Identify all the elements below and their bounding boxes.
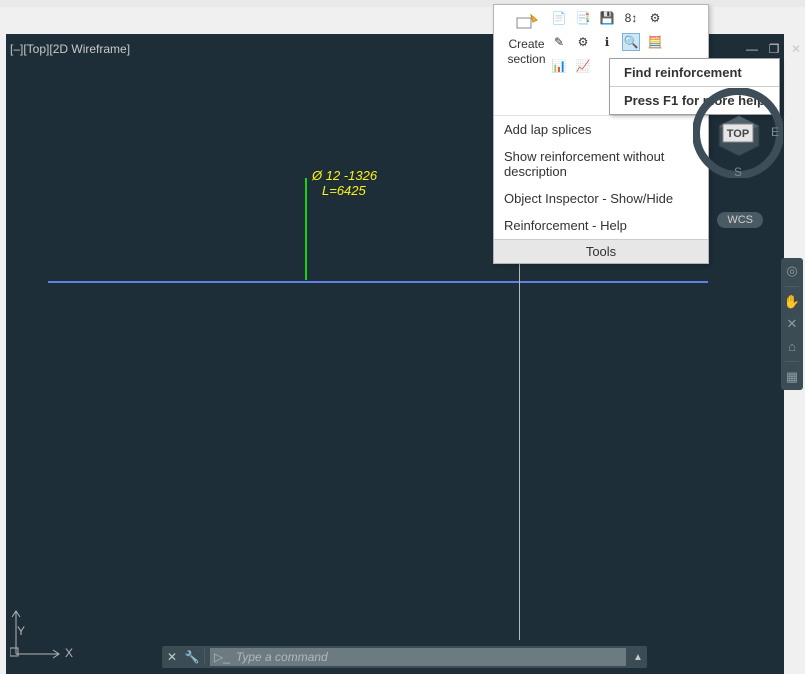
create-section-button[interactable]: Create section <box>504 12 549 66</box>
command-bar: ✕ 🔧 ▷_ Type a command ▲ <box>162 646 647 668</box>
rebar-line-horizontal <box>48 281 708 283</box>
rebar-line-vertical <box>305 178 307 280</box>
viewcube-east: E <box>771 125 779 139</box>
create-section-label: Create section <box>504 37 549 66</box>
command-input[interactable]: ▷_ Type a command <box>210 648 626 666</box>
cmd-customize-icon[interactable]: 🔧 <box>182 650 202 664</box>
restore-button[interactable]: ❐ <box>767 42 781 56</box>
cmd-close-button[interactable]: ✕ <box>162 650 182 664</box>
viewcube-top-face: TOP <box>727 128 749 140</box>
wcs-badge[interactable]: WCS <box>717 212 763 228</box>
toolbar-icon-3[interactable]: 8↕ <box>622 9 640 27</box>
divider <box>204 649 205 665</box>
viewcube-south: S <box>734 165 742 178</box>
minimize-button[interactable]: — <box>745 42 759 56</box>
viewcube[interactable]: E S TOP <box>693 88 783 178</box>
tools-dropdown: Create section 📄 📑 💾 8↕ ⚙ ✎ ⚙ ℹ 🔍 🧮 📊 📈 … <box>493 4 709 264</box>
find-reinforcement-toolbar-button[interactable]: 🔍 <box>622 33 640 51</box>
ucs-y-label: Y <box>17 624 25 638</box>
mdi-window-controls: — ❐ ✕ <box>745 42 803 56</box>
cmd-history-button[interactable]: ▲ <box>629 652 647 663</box>
toolbar-icon-2[interactable]: 💾 <box>598 9 616 27</box>
toolbar-icon-1[interactable]: 📑 <box>574 9 592 27</box>
dropdown-menu-list: Add lap splices Show reinforcement witho… <box>494 115 708 239</box>
divider <box>785 361 799 362</box>
navigation-bar: ◎ ✋ ✕ ⌂ ▦ <box>781 258 803 390</box>
prompt-icon: ▷_ <box>214 650 230 664</box>
create-section-icon <box>515 12 539 32</box>
dropdown-footer[interactable]: Tools <box>494 239 708 263</box>
divider <box>785 286 799 287</box>
menu-show-reinforcement[interactable]: Show reinforcement without description <box>494 143 708 185</box>
toolbar-icon-4[interactable]: ⚙ <box>646 9 664 27</box>
close-button[interactable]: ✕ <box>789 42 803 56</box>
nav-wheel-icon[interactable]: ◎ <box>783 262 801 280</box>
command-placeholder: Type a command <box>236 650 328 664</box>
toolbar-icon-5[interactable]: ✎ <box>550 33 568 51</box>
toolbar-icon-7[interactable]: ℹ <box>598 33 616 51</box>
show-motion-icon[interactable]: ▦ <box>783 368 801 386</box>
toolbar-icon-10[interactable]: 📊 <box>550 57 568 75</box>
menu-add-lap-splices[interactable]: Add lap splices <box>494 116 708 143</box>
rebar-annotation-length: L=6425 <box>322 183 366 198</box>
pan-icon[interactable]: ✋ <box>783 293 801 311</box>
ucs-x-label: X <box>65 646 73 660</box>
toolbar-icon-0[interactable]: 📄 <box>550 9 568 27</box>
zoom-extents-icon[interactable]: ✕ <box>783 315 801 333</box>
tooltip-title: Find reinforcement <box>610 59 779 86</box>
toolbar-icon-6[interactable]: ⚙ <box>574 33 592 51</box>
menu-object-inspector[interactable]: Object Inspector - Show/Hide <box>494 185 708 212</box>
orbit-icon[interactable]: ⌂ <box>783 337 801 355</box>
toolbar-icon-9[interactable]: 🧮 <box>646 33 664 51</box>
menu-reinforcement-help[interactable]: Reinforcement - Help <box>494 212 708 239</box>
rebar-annotation-spec: Ø 12 -1326 <box>312 168 377 183</box>
toolbar-icon-11[interactable]: 📈 <box>574 57 592 75</box>
